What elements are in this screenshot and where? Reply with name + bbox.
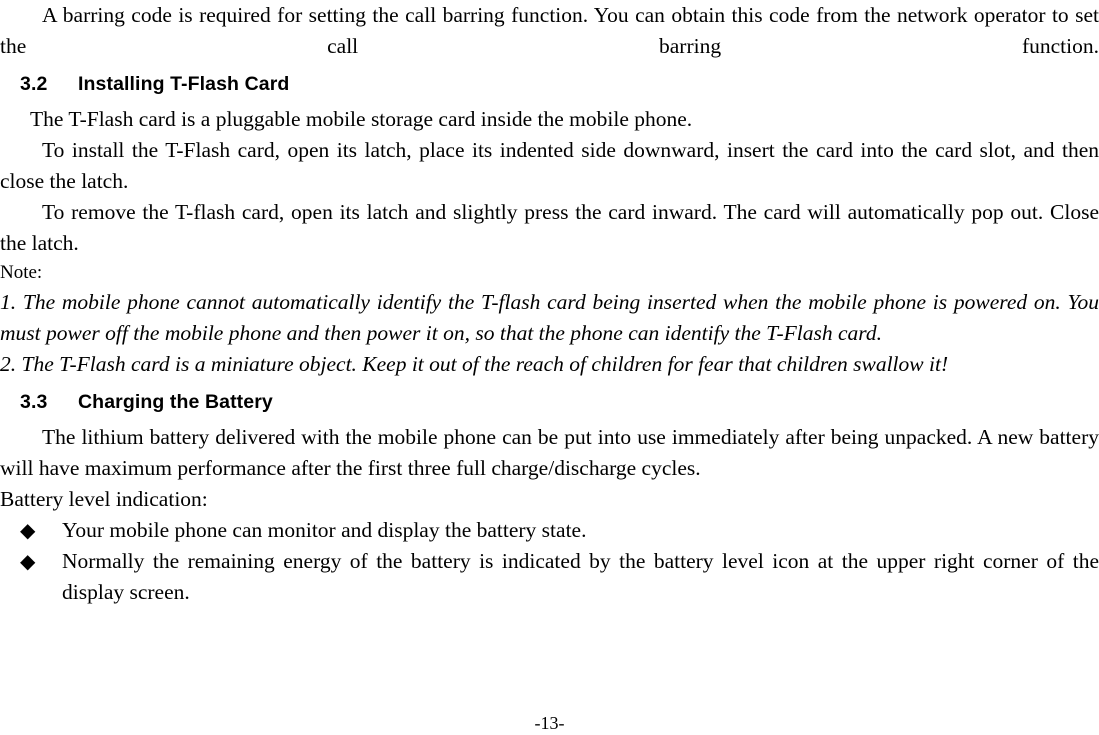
section-title: Installing T-Flash Card — [78, 73, 290, 95]
paragraph-battery-level-indication: Battery level indication: — [0, 487, 208, 511]
list-item: ◆ Your mobile phone can monitor and disp… — [0, 515, 1099, 546]
section-heading-3-3: 3.3 Charging the Battery — [0, 386, 1099, 418]
diamond-bullet-icon: ◆ — [20, 549, 36, 573]
paragraph-tflash-remove: To remove the T-flash card, open its lat… — [0, 200, 1099, 255]
paragraph-tflash-description: The T-Flash card is a pluggable mobile s… — [30, 107, 693, 131]
list-item-label: Your mobile phone can monitor and displa… — [62, 518, 587, 542]
note-label: Note: — [0, 262, 43, 283]
intro-paragraph: A barring code is required for setting t… — [0, 3, 1099, 58]
section-number: 3.3 — [20, 391, 48, 413]
list-item-label: Normally the remaining energy of the bat… — [62, 549, 1099, 604]
note-item-1: 1. The mobile phone cannot automatically… — [0, 290, 1099, 345]
page-number-footer: -13- — [534, 713, 565, 733]
document-page: A barring code is required for setting t… — [0, 0, 1099, 735]
section-heading-3-2: 3.2 Installing T-Flash Card — [0, 68, 1099, 100]
section-number: 3.2 — [20, 73, 48, 95]
section-title: Charging the Battery — [78, 391, 273, 413]
note-item-2: 2. The T-Flash card is a miniature objec… — [0, 352, 949, 376]
battery-bullet-list: ◆ Your mobile phone can monitor and disp… — [0, 515, 1099, 608]
diamond-bullet-icon: ◆ — [20, 518, 36, 542]
paragraph-battery-intro: The lithium battery delivered with the m… — [0, 425, 1099, 480]
list-item: ◆ Normally the remaining energy of the b… — [0, 546, 1099, 608]
paragraph-tflash-install: To install the T-Flash card, open its la… — [0, 138, 1099, 193]
